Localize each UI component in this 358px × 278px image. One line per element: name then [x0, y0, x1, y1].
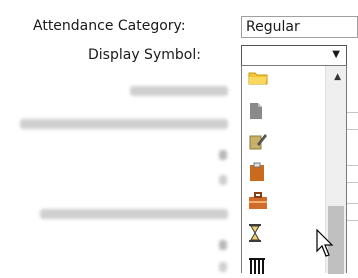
hourglass-icon [249, 224, 261, 242]
display-symbol-select[interactable]: ▼ [241, 45, 347, 66]
blurred-label [219, 150, 227, 160]
blurred-label [20, 119, 228, 129]
dropdown-option-document[interactable] [248, 102, 268, 124]
scroll-up-arrow-icon[interactable]: ▲ [334, 72, 341, 82]
folder-icon [248, 72, 268, 85]
blurred-label [130, 86, 228, 96]
briefcase-icon [249, 192, 267, 209]
dropdown-option-briefcase[interactable] [248, 192, 268, 214]
blurred-label [219, 262, 227, 272]
dropdown-option-notepad[interactable] [248, 132, 268, 154]
blurred-label [219, 240, 227, 250]
attendance-category-value: Regular [246, 19, 300, 35]
document-icon [250, 103, 262, 119]
dropdown-option-folder[interactable] [248, 70, 268, 92]
mouse-cursor-icon [316, 229, 334, 257]
barcode-icon [249, 258, 265, 274]
attendance-category-field[interactable]: Regular [241, 16, 358, 38]
dropdown-option-clipboard[interactable] [248, 162, 268, 184]
chevron-down-icon[interactable]: ▼ [332, 49, 340, 60]
clipboard-icon [250, 162, 264, 181]
dropdown-option-hourglass[interactable] [248, 223, 268, 245]
blurred-label [219, 175, 227, 185]
notepad-pencil-icon [249, 134, 267, 150]
blurred-label [40, 209, 228, 219]
display-symbol-label: Display Symbol: [88, 47, 201, 63]
attendance-category-label: Attendance Category: [33, 18, 186, 34]
